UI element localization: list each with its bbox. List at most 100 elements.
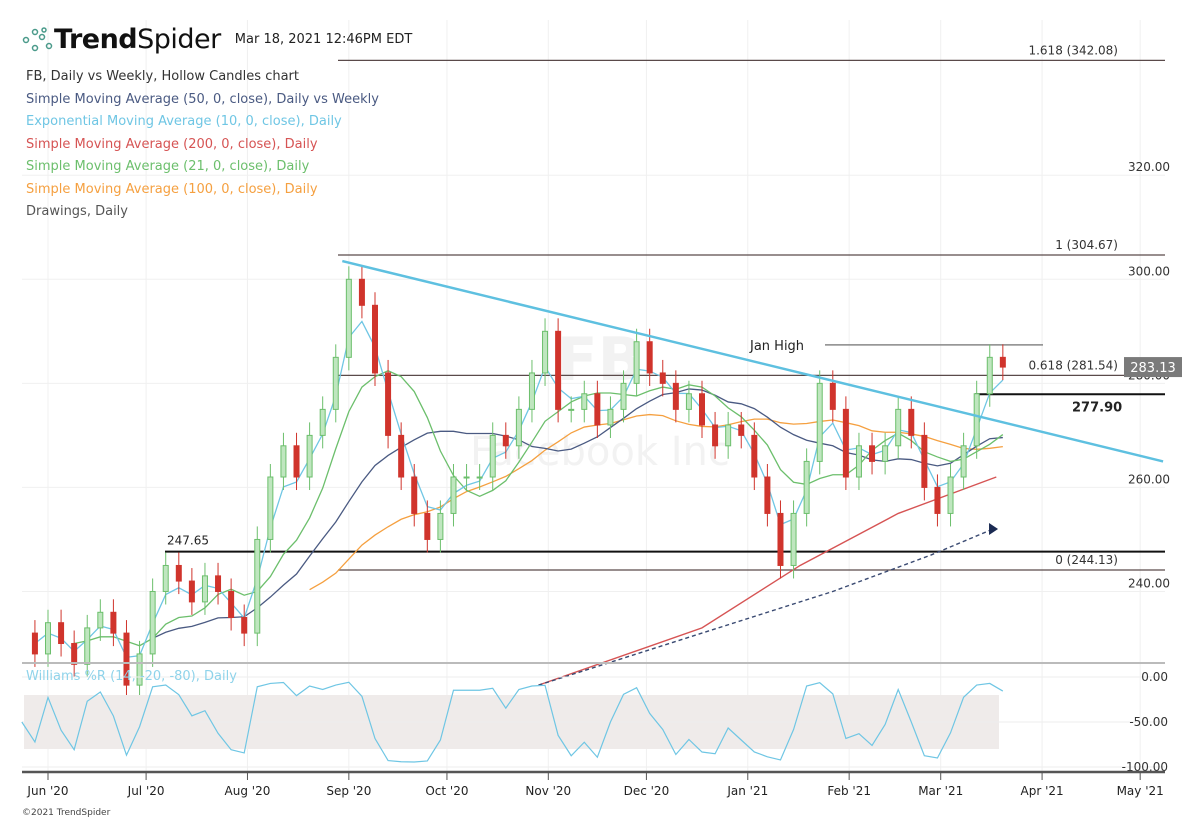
candle-body bbox=[659, 372, 666, 384]
x-tick-label: Feb '21 bbox=[827, 784, 871, 798]
candle-body bbox=[895, 408, 902, 447]
candle-body bbox=[372, 304, 378, 374]
candle-body bbox=[672, 382, 679, 410]
watermark-symbol: FB bbox=[557, 325, 644, 395]
sma21-line bbox=[74, 370, 1004, 647]
candle-body bbox=[934, 486, 941, 514]
candle-body bbox=[882, 445, 889, 462]
candle-body bbox=[568, 408, 575, 411]
x-tick-label: Jan '21 bbox=[726, 784, 768, 798]
candle-body bbox=[842, 408, 849, 478]
fib-level-label: 1 (304.67) bbox=[1055, 238, 1118, 252]
candle-body bbox=[908, 408, 915, 436]
candle-body bbox=[803, 460, 810, 514]
candle-body bbox=[607, 408, 614, 426]
copyright: ©2021 TrendSpider bbox=[22, 808, 111, 818]
candle-body bbox=[973, 393, 980, 447]
candle-body bbox=[921, 434, 928, 488]
x-tick-label: May '21 bbox=[1117, 784, 1164, 798]
williams-tick-label: 0.00 bbox=[1141, 670, 1168, 684]
x-tick-label: Dec '20 bbox=[624, 784, 670, 798]
price-tick-label: 320.00 bbox=[1128, 160, 1170, 174]
candle-body bbox=[633, 341, 640, 384]
legend-item[interactable]: Exponential Moving Average (10, 0, close… bbox=[26, 111, 379, 134]
legend-item[interactable]: FB, Daily vs Weekly, Hollow Candles char… bbox=[26, 66, 379, 89]
candle-body bbox=[594, 393, 601, 426]
breakout-label: 277.90 bbox=[1072, 400, 1122, 415]
candle-body bbox=[489, 434, 496, 478]
candle-body bbox=[306, 434, 313, 478]
candle-body bbox=[201, 575, 208, 603]
arrow-marker-icon bbox=[989, 523, 999, 536]
candle-body bbox=[751, 434, 758, 478]
candle-body bbox=[999, 356, 1006, 368]
x-tick-label: Nov '20 bbox=[525, 784, 571, 798]
legend-item[interactable]: Simple Moving Average (200, 0, close), D… bbox=[26, 134, 379, 157]
candle-body bbox=[581, 393, 588, 410]
candle-body bbox=[960, 445, 967, 478]
candle-body bbox=[267, 476, 274, 540]
candle-body bbox=[332, 356, 339, 410]
candle-body bbox=[385, 372, 392, 436]
candle-body bbox=[829, 382, 836, 410]
candle-body bbox=[620, 382, 627, 410]
candle-body bbox=[777, 512, 784, 566]
candle-body bbox=[986, 356, 993, 395]
candle-body bbox=[437, 512, 444, 540]
chart-root: FBFacebook Inc240.00260.00280.00300.0032… bbox=[0, 0, 1200, 825]
legend-item[interactable]: Simple Moving Average (50, 0, close), Da… bbox=[26, 89, 379, 112]
candle-body bbox=[790, 512, 797, 566]
candle-body bbox=[816, 382, 823, 462]
candle-body bbox=[319, 408, 326, 436]
candle-body bbox=[254, 538, 261, 634]
legend-item[interactable]: Drawings, Daily bbox=[26, 201, 379, 224]
candle-body bbox=[855, 445, 862, 478]
candle-body bbox=[738, 424, 745, 436]
price-tick-label: 260.00 bbox=[1128, 472, 1170, 486]
candle-body bbox=[58, 622, 65, 645]
legend-item[interactable]: Simple Moving Average (21, 0, close), Da… bbox=[26, 156, 379, 179]
jan-high-label: Jan High bbox=[749, 339, 804, 354]
header: TrendSpider Mar 18, 2021 12:46PM EDT bbox=[22, 24, 412, 55]
candle-body bbox=[398, 434, 405, 478]
sma50-line bbox=[152, 388, 1003, 639]
candle-body bbox=[947, 476, 954, 514]
candle-body bbox=[725, 424, 732, 447]
x-tick-label: Aug '20 bbox=[225, 784, 271, 798]
candle-body bbox=[411, 476, 418, 514]
williams-tick-label: -50.00 bbox=[1129, 715, 1168, 729]
price-tick-label: 300.00 bbox=[1128, 264, 1170, 278]
support-label: 247.65 bbox=[167, 534, 209, 548]
candle-body bbox=[162, 564, 169, 592]
candle-body bbox=[764, 476, 771, 514]
candle-body bbox=[280, 445, 287, 478]
candle-body bbox=[699, 393, 705, 426]
legend-item[interactable]: Simple Moving Average (100, 0, close), D… bbox=[26, 179, 379, 202]
candle-body bbox=[84, 627, 91, 665]
ema10-line bbox=[34, 320, 1004, 659]
candle-body bbox=[215, 575, 222, 592]
x-tick-label: Apr '21 bbox=[1021, 784, 1064, 798]
candle-body bbox=[515, 408, 522, 447]
candle-body bbox=[149, 590, 156, 655]
candle-body bbox=[685, 393, 692, 410]
candle-body bbox=[110, 611, 117, 634]
candle-body bbox=[358, 278, 365, 306]
last-price-label: 283.13 bbox=[1130, 361, 1176, 376]
x-tick-label: Sep '20 bbox=[326, 784, 371, 798]
candle-body bbox=[45, 622, 51, 655]
watermark-name: Facebook Inc bbox=[470, 429, 730, 475]
candle-body bbox=[646, 341, 653, 374]
candle-body bbox=[463, 476, 470, 479]
timestamp: Mar 18, 2021 12:46PM EDT bbox=[234, 32, 413, 47]
candle-body bbox=[31, 632, 38, 655]
candle-body bbox=[241, 616, 248, 634]
fib-level-label: 0 (244.13) bbox=[1055, 553, 1118, 567]
x-tick-label: Jun '20 bbox=[26, 784, 68, 798]
candle-body bbox=[542, 330, 549, 374]
candle-body bbox=[502, 434, 509, 447]
candle-body bbox=[528, 372, 535, 410]
candle-body bbox=[869, 445, 876, 462]
candle-body bbox=[345, 278, 352, 358]
x-tick-label: Oct '20 bbox=[425, 784, 468, 798]
